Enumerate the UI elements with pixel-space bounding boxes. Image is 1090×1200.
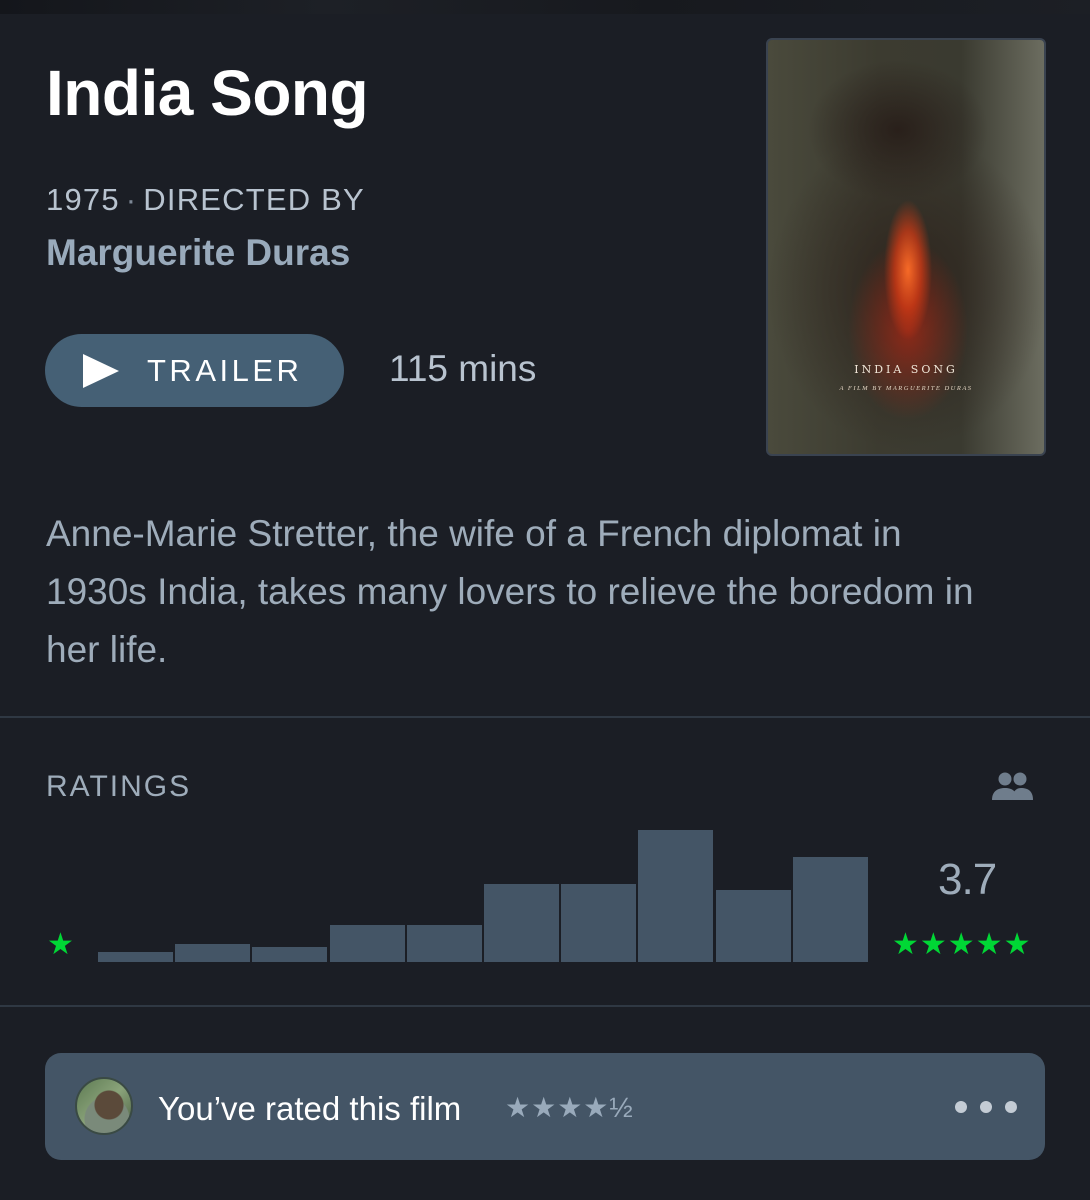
more-dot	[1005, 1101, 1017, 1113]
histogram-bar-1.5[interactable]	[252, 947, 328, 962]
histogram-bar-4[interactable]	[638, 830, 714, 962]
histogram-bar-5[interactable]	[792, 857, 868, 962]
section-divider	[0, 1005, 1090, 1007]
user-rating-card[interactable]: You’ve rated this film ★★★★½	[45, 1053, 1045, 1160]
film-title: India Song	[46, 57, 369, 129]
histogram-bar-3[interactable]	[484, 884, 559, 962]
avatar[interactable]	[75, 1077, 133, 1135]
histogram-bar-1[interactable]	[175, 944, 251, 962]
five-stars-icon: ★★★★★	[892, 928, 1032, 961]
histogram-bar-2[interactable]	[329, 925, 405, 962]
more-dot	[980, 1101, 992, 1113]
play-icon	[83, 353, 119, 388]
one-star-icon: ★	[47, 928, 74, 961]
user-rating-text: You’ve rated this film	[158, 1090, 462, 1127]
director-link[interactable]: Marguerite Duras	[46, 232, 350, 274]
people-icon[interactable]	[990, 770, 1034, 802]
poster-subtitle: A FILM BY MARGUERITE DURAS	[839, 385, 973, 392]
status-strip	[0, 0, 1090, 14]
section-divider	[0, 716, 1090, 718]
more-horizontal-icon[interactable]	[955, 1097, 1021, 1117]
histogram-bar-0.5[interactable]	[98, 952, 173, 962]
synopsis[interactable]: Anne-Marie Stretter, the wife of a Frenc…	[46, 505, 1006, 679]
poster-title: INDIA SONG	[854, 363, 958, 376]
film-meta: 1975 · DIRECTED BY	[46, 182, 365, 218]
separator-dot: ·	[125, 182, 138, 217]
more-dot	[955, 1101, 967, 1113]
histogram-bar-2.5[interactable]	[406, 925, 482, 962]
user-rating-stars: ★★★★½	[505, 1092, 634, 1123]
directed-by-label: DIRECTED BY	[143, 182, 365, 217]
trailer-button[interactable]: TRAILER	[45, 334, 344, 407]
histogram-bar-4.5[interactable]	[715, 889, 791, 962]
film-poster[interactable]: INDIA SONG A FILM BY MARGUERITE DURAS	[766, 38, 1046, 456]
runtime: 115 mins	[389, 348, 537, 389]
histogram-bar-3.5[interactable]	[561, 884, 637, 962]
average-rating[interactable]: 3.7	[938, 855, 997, 905]
release-year[interactable]: 1975	[46, 182, 120, 217]
trailer-label: TRAILER	[147, 352, 303, 388]
ratings-heading: RATINGS	[46, 770, 192, 803]
ratings-histogram[interactable]	[98, 826, 870, 962]
